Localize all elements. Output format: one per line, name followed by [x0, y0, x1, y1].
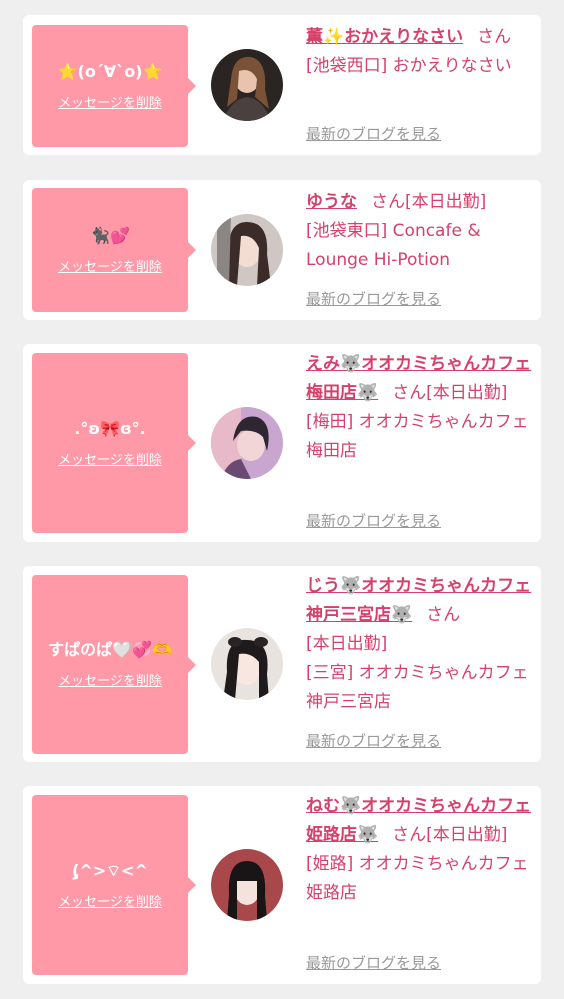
message-text: .°ʚ🎀ɞ°.: [74, 418, 146, 438]
message-bubble: すぱのぱ🤍💞🫶 メッセージを削除: [32, 575, 196, 754]
attendance-status: [本日出勤]: [426, 825, 508, 845]
shop-info: [姫路] オオカミちゃんカフェ姫路店: [306, 854, 529, 903]
attendance-status: [本日出勤]: [306, 634, 388, 654]
cast-info: ねむ🐺オオカミちゃんカフェ姫路店🐺 さん[本日出勤] [姫路] オオカミちゃんカフ…: [306, 792, 536, 908]
message-bubble: .°ʚ🎀ɞ°. メッセージを削除: [32, 353, 196, 533]
delete-message-link[interactable]: メッセージを削除: [58, 449, 162, 468]
message-text: (̨̡^>⌔<^: [72, 860, 148, 880]
latest-blog-link[interactable]: 最新のブログを見る: [306, 123, 441, 144]
attendance-status: [本日出勤]: [405, 192, 487, 212]
message-card: すぱのぱ🤍💞🫶 メッセージを削除 じう🐺オオカミちゃんカフェ神戸三宮店🐺 さん […: [23, 566, 541, 762]
cast-info: えみ🐺オオカミちゃんカフェ梅田店🐺 さん[本日出勤] [梅田] オオカミちゃんカフ…: [306, 350, 536, 466]
avatar[interactable]: [211, 49, 283, 121]
latest-blog-link[interactable]: 最新のブログを見る: [306, 510, 441, 531]
avatar[interactable]: [211, 849, 283, 921]
avatar-photo: [211, 407, 283, 479]
cast-name-link[interactable]: じう🐺オオカミちゃんカフェ神戸三宮店🐺: [306, 576, 531, 625]
message-card: .°ʚ🎀ɞ°. メッセージを削除 えみ🐺オオカミちゃんカフェ梅田店🐺 さん[本日出…: [23, 344, 541, 542]
avatar-photo: [211, 628, 283, 700]
avatar[interactable]: [211, 214, 283, 286]
avatar-photo: [211, 214, 283, 286]
avatar[interactable]: [211, 407, 283, 479]
shop-info: [梅田] オオカミちゃんカフェ梅田店: [306, 412, 529, 461]
latest-blog-link[interactable]: 最新のブログを見る: [306, 952, 441, 973]
message-bubble: ⭐(o´∀`o)⭐ メッセージを削除: [32, 25, 196, 147]
cast-info: 薫✨おかえりなさい さん [池袋西口] おかえりなさい: [306, 23, 536, 81]
shop-info: [三宮] オオカミちゃんカフェ神戸三宮店: [306, 663, 529, 712]
name-suffix: さん: [392, 383, 427, 403]
cast-name-link[interactable]: 薫✨おかえりなさい: [306, 27, 463, 47]
message-bubble: 🐈‍⬛💕 メッセージを削除: [32, 188, 196, 312]
delete-message-link[interactable]: メッセージを削除: [58, 670, 162, 689]
message-card: ⭐(o´∀`o)⭐ メッセージを削除 薫✨おかえりなさい さん [池袋西口] おか…: [23, 15, 541, 155]
latest-blog-link[interactable]: 最新のブログを見る: [306, 730, 441, 751]
message-bubble: (̨̡^>⌔<^ メッセージを削除: [32, 795, 196, 975]
shop-info: [池袋西口] おかえりなさい: [306, 56, 512, 76]
name-suffix: さん: [371, 192, 405, 212]
delete-message-link[interactable]: メッセージを削除: [58, 256, 162, 275]
name-suffix: さん: [392, 825, 427, 845]
name-suffix: さん: [477, 27, 512, 47]
delete-message-link[interactable]: メッセージを削除: [58, 891, 162, 910]
attendance-status: [本日出勤]: [426, 383, 508, 403]
cast-info: じう🐺オオカミちゃんカフェ神戸三宮店🐺 さん [本日出勤] [三宮] オオカミちゃ…: [306, 572, 536, 717]
name-suffix: さん: [426, 605, 461, 625]
avatar-photo: [211, 849, 283, 921]
avatar[interactable]: [211, 628, 283, 700]
message-text: ⭐(o´∀`o)⭐: [57, 61, 163, 81]
delete-message-link[interactable]: メッセージを削除: [58, 92, 162, 111]
message-text: 🐈‍⬛💕: [90, 225, 130, 245]
shop-info: [池袋東口] Concafe & Lounge Hi-Potion: [306, 221, 481, 270]
avatar-photo: [211, 49, 283, 121]
cast-name-link[interactable]: ゆうな: [306, 192, 357, 212]
message-card: 🐈‍⬛💕 メッセージを削除 ゆうな さん[本日出勤] [池袋東口] Concafe…: [23, 180, 541, 320]
message-text: すぱのぱ🤍💞🫶: [48, 640, 172, 659]
message-card: (̨̡^>⌔<^ メッセージを削除 ねむ🐺オオカミちゃんカフェ姫路店🐺 さん[本日…: [23, 786, 541, 984]
cast-info: ゆうな さん[本日出勤] [池袋東口] Concafe & Lounge Hi-P…: [306, 188, 536, 275]
latest-blog-link[interactable]: 最新のブログを見る: [306, 288, 441, 309]
